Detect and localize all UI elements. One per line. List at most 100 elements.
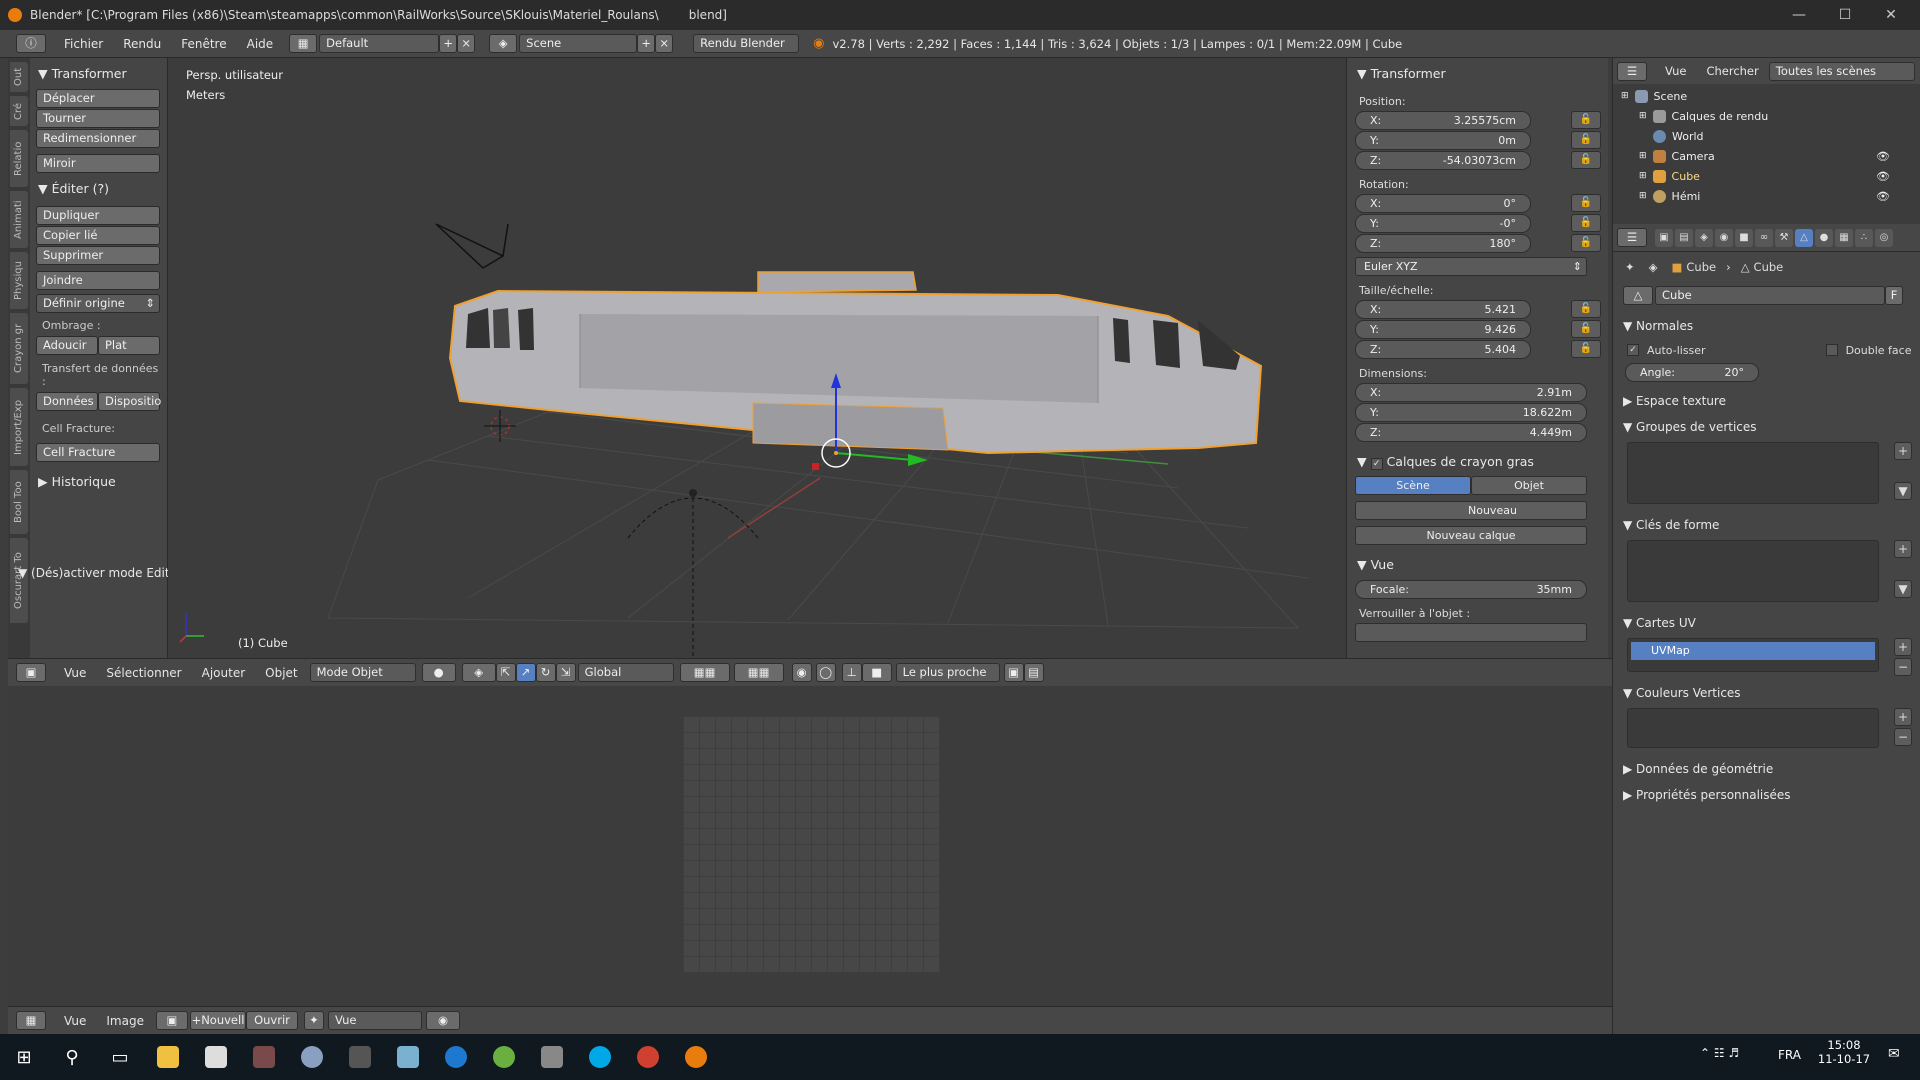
- layout-field[interactable]: Default: [319, 34, 440, 53]
- scale-x-field[interactable]: X: 5.421: [1355, 300, 1531, 319]
- notifications-icon[interactable]: ✉: [1888, 1046, 1900, 1062]
- close-icon[interactable]: ✕: [1868, 0, 1914, 30]
- shelf-tab[interactable]: Cré: [10, 96, 28, 126]
- flat-button[interactable]: Plat: [98, 336, 160, 355]
- render-layer-icon[interactable]: ◉: [791, 663, 812, 682]
- train-mesh[interactable]: [448, 271, 1263, 455]
- uv-grid[interactable]: [683, 716, 940, 973]
- shelf-tab[interactable]: Physiqu: [10, 252, 28, 309]
- double-sided-checkbox[interactable]: [1825, 344, 1838, 356]
- mesh-browse-icon[interactable]: △: [1623, 286, 1653, 305]
- scale-icon[interactable]: ⇲: [555, 663, 576, 682]
- 3d-cursor[interactable]: [484, 410, 516, 442]
- focal-length-field[interactable]: Focale: 35mm: [1355, 580, 1587, 599]
- layout-icon[interactable]: ▦: [289, 34, 318, 53]
- lock-icon[interactable]: 🔓: [1571, 340, 1601, 358]
- grease-pencil-header[interactable]: ▼ ✓ Calques de crayon gras: [1357, 454, 1600, 470]
- language-indicator[interactable]: FRA: [1778, 1048, 1801, 1062]
- lock-icon[interactable]: 🔓: [1571, 320, 1601, 338]
- auto-smooth-checkbox[interactable]: ✓: [1627, 344, 1639, 356]
- render-engine-select[interactable]: Rendu Blender: [693, 34, 800, 53]
- rotation-y-field[interactable]: Y: -0°: [1355, 214, 1531, 233]
- duplicate-button[interactable]: Dupliquer: [36, 206, 160, 225]
- app-icon[interactable]: [240, 1034, 288, 1080]
- translate-icon[interactable]: ↗: [515, 663, 536, 682]
- snap-icon[interactable]: ⊥: [841, 663, 862, 682]
- edge-icon[interactable]: [432, 1034, 480, 1080]
- location-y-field[interactable]: Y: 0m: [1355, 131, 1531, 150]
- add-icon[interactable]: +: [1894, 708, 1912, 726]
- vertex-colors-panel-header[interactable]: ▼ Couleurs Vertices: [1613, 680, 1920, 706]
- display-mode-select[interactable]: Toutes les scènes: [1768, 61, 1915, 81]
- layout-data-button[interactable]: Dispositio: [98, 392, 161, 411]
- scale-y-field[interactable]: Y: 9.426: [1355, 320, 1531, 339]
- remove-layout-icon[interactable]: ×: [457, 34, 476, 53]
- rotate-icon[interactable]: ↻: [535, 663, 556, 682]
- outliner-row-camera[interactable]: ⊞ Camera 👁: [1613, 146, 1920, 166]
- outliner-row-hemi[interactable]: ⊞ Hémi 👁: [1613, 186, 1920, 206]
- rotation-z-field[interactable]: Z: 180°: [1355, 234, 1531, 253]
- gp-object-tab[interactable]: Objet: [1471, 476, 1587, 495]
- dropdown-icon[interactable]: ▼: [1894, 482, 1912, 500]
- snap-element-icon[interactable]: ■: [861, 663, 892, 682]
- pivot-icon[interactable]: ◈: [461, 663, 496, 682]
- pin-icon[interactable]: ✦: [303, 1011, 324, 1030]
- editor-type-icon[interactable]: ▦: [16, 1011, 46, 1030]
- gp-scene-tab[interactable]: Scène: [1355, 476, 1471, 495]
- orientation-select[interactable]: Global: [577, 663, 674, 682]
- remove-scene-icon[interactable]: ×: [655, 34, 674, 53]
- move-button[interactable]: Déplacer: [36, 89, 160, 108]
- start-icon[interactable]: ⊞: [0, 1034, 48, 1080]
- opengl-render-icon[interactable]: ▣: [1003, 663, 1024, 682]
- image-browse-icon[interactable]: ▣: [155, 1011, 188, 1030]
- remove-icon[interactable]: −: [1894, 658, 1912, 676]
- lock-icon[interactable]: 🔓: [1571, 214, 1601, 232]
- custom-properties-panel-header[interactable]: ▶ Propriétés personnalisées: [1613, 782, 1920, 808]
- modifiers-tab-icon[interactable]: ⚒: [1775, 228, 1793, 247]
- outliner-row-cube[interactable]: ⊞ Cube 👁: [1613, 166, 1920, 186]
- shelf-tab[interactable]: Import/Exp: [10, 388, 28, 466]
- uv-image-editor[interactable]: [8, 686, 1612, 1006]
- particles-tab-icon[interactable]: ∴: [1855, 228, 1873, 247]
- rotation-mode-select[interactable]: Euler XYZ ⇕: [1355, 257, 1587, 276]
- lock-icon[interactable]: 🔓: [1571, 234, 1601, 252]
- lock-icon[interactable]: 🔓: [1571, 111, 1601, 129]
- transform-panel-header[interactable]: ▼ Transformer: [1357, 66, 1600, 81]
- view-mode-select[interactable]: Vue: [327, 1011, 422, 1030]
- lock-object-field[interactable]: [1355, 623, 1587, 642]
- panel-historique-header[interactable]: ▶ Historique: [38, 474, 161, 489]
- menu-aide[interactable]: Aide: [237, 37, 284, 51]
- lock-icon[interactable]: 🔓: [1571, 194, 1601, 212]
- menu-rendu[interactable]: Rendu: [113, 37, 171, 51]
- app-icon[interactable]: [288, 1034, 336, 1080]
- remove-icon[interactable]: −: [1894, 728, 1912, 746]
- join-button[interactable]: Joindre: [36, 271, 160, 290]
- location-x-field[interactable]: X: 3.25575cm: [1355, 111, 1531, 130]
- render-tab-icon[interactable]: ▣: [1655, 228, 1673, 247]
- layers-icon[interactable]: ▦▦: [733, 663, 784, 682]
- menu-image[interactable]: Image: [96, 1014, 154, 1028]
- lock-icon[interactable]: 🔓: [1571, 151, 1601, 169]
- menu-selectionner[interactable]: Sélectionner: [96, 666, 191, 680]
- menu-vue[interactable]: Vue: [54, 1014, 96, 1028]
- menu-ajouter[interactable]: Ajouter: [192, 666, 256, 680]
- menu-fichier[interactable]: Fichier: [54, 37, 113, 51]
- lock-icon[interactable]: 🔓: [1571, 300, 1601, 318]
- normals-panel-header[interactable]: ▼ Normales: [1613, 313, 1920, 339]
- add-icon[interactable]: +: [1894, 638, 1912, 656]
- object-tab-icon[interactable]: ■: [1735, 228, 1753, 247]
- menu-fenetre[interactable]: Fenêtre: [171, 37, 236, 51]
- material-tab-icon[interactable]: ●: [1815, 228, 1833, 247]
- fake-user-button[interactable]: F: [1885, 286, 1903, 305]
- shape-keys-list[interactable]: [1627, 540, 1879, 602]
- editor-type-icon[interactable]: ☰: [1617, 228, 1647, 247]
- dropdown-icon[interactable]: ▼: [1894, 580, 1912, 598]
- shelf-tab[interactable]: Out: [10, 62, 28, 92]
- shading-icon[interactable]: ●: [421, 663, 456, 682]
- outliner-row-world[interactable]: World: [1613, 126, 1920, 146]
- app-icon[interactable]: [336, 1034, 384, 1080]
- shelf-tab[interactable]: Bool Too: [10, 470, 28, 534]
- gp-new-button[interactable]: Nouveau: [1355, 501, 1587, 520]
- clock[interactable]: 15:08 11-10-17: [1814, 1038, 1874, 1066]
- pivot-icon[interactable]: ◉: [425, 1011, 460, 1030]
